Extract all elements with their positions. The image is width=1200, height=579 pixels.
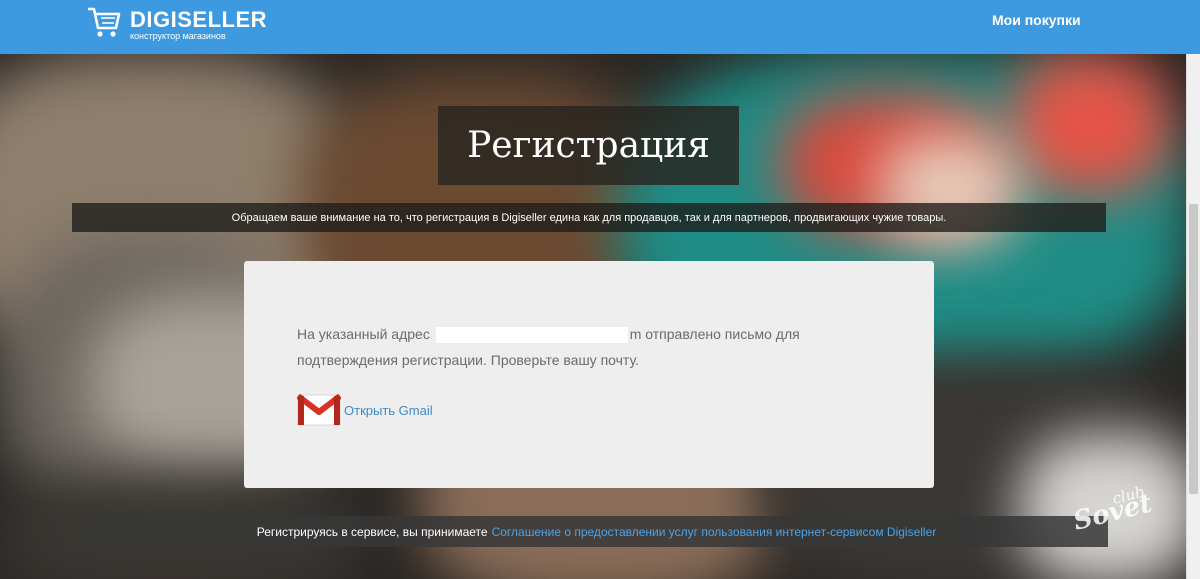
digiseller-logo[interactable]: DIGISELLER конструктор магазинов (86, 4, 268, 44)
page-title-box: Регистрация (438, 106, 739, 185)
logo-subtitle: конструктор магазинов (130, 31, 226, 41)
terms-text: Регистрируясь в сервисе, вы принимаете (256, 524, 488, 539)
shopping-cart-icon (88, 7, 121, 37)
message-before: На указанный адрес (297, 326, 430, 342)
registration-notice: Обращаем ваше внимание на то, что регист… (72, 203, 1106, 232)
open-gmail-label: Открыть Gmail (344, 402, 433, 418)
vertical-scrollbar[interactable] (1186, 54, 1200, 579)
confirmation-message: На указанный адрес m отправлено письмо д… (297, 321, 857, 373)
redacted-email (435, 327, 628, 344)
club-sovet-watermark: club Sovet (1070, 483, 1155, 537)
notice-text: Обращаем ваше внимание на то, что регист… (231, 211, 947, 224)
confirmation-card: На указанный адрес m отправлено письмо д… (244, 261, 934, 488)
terms-bar: Регистрируясь в сервисе, вы принимаете С… (85, 516, 1108, 547)
scrollbar-thumb[interactable] (1189, 204, 1198, 494)
logo-title: DIGISELLER (130, 7, 268, 32)
my-purchases-link[interactable]: Мои покупки (992, 12, 1081, 28)
gmail-icon (297, 394, 341, 426)
page-title: Регистрация (467, 125, 710, 166)
open-gmail-link[interactable]: Открыть Gmail (297, 394, 433, 426)
agreement-link[interactable]: Соглашение о предоставлении услуг пользо… (492, 525, 937, 539)
top-navigation-bar: DIGISELLER конструктор магазинов Мои пок… (0, 0, 1200, 54)
